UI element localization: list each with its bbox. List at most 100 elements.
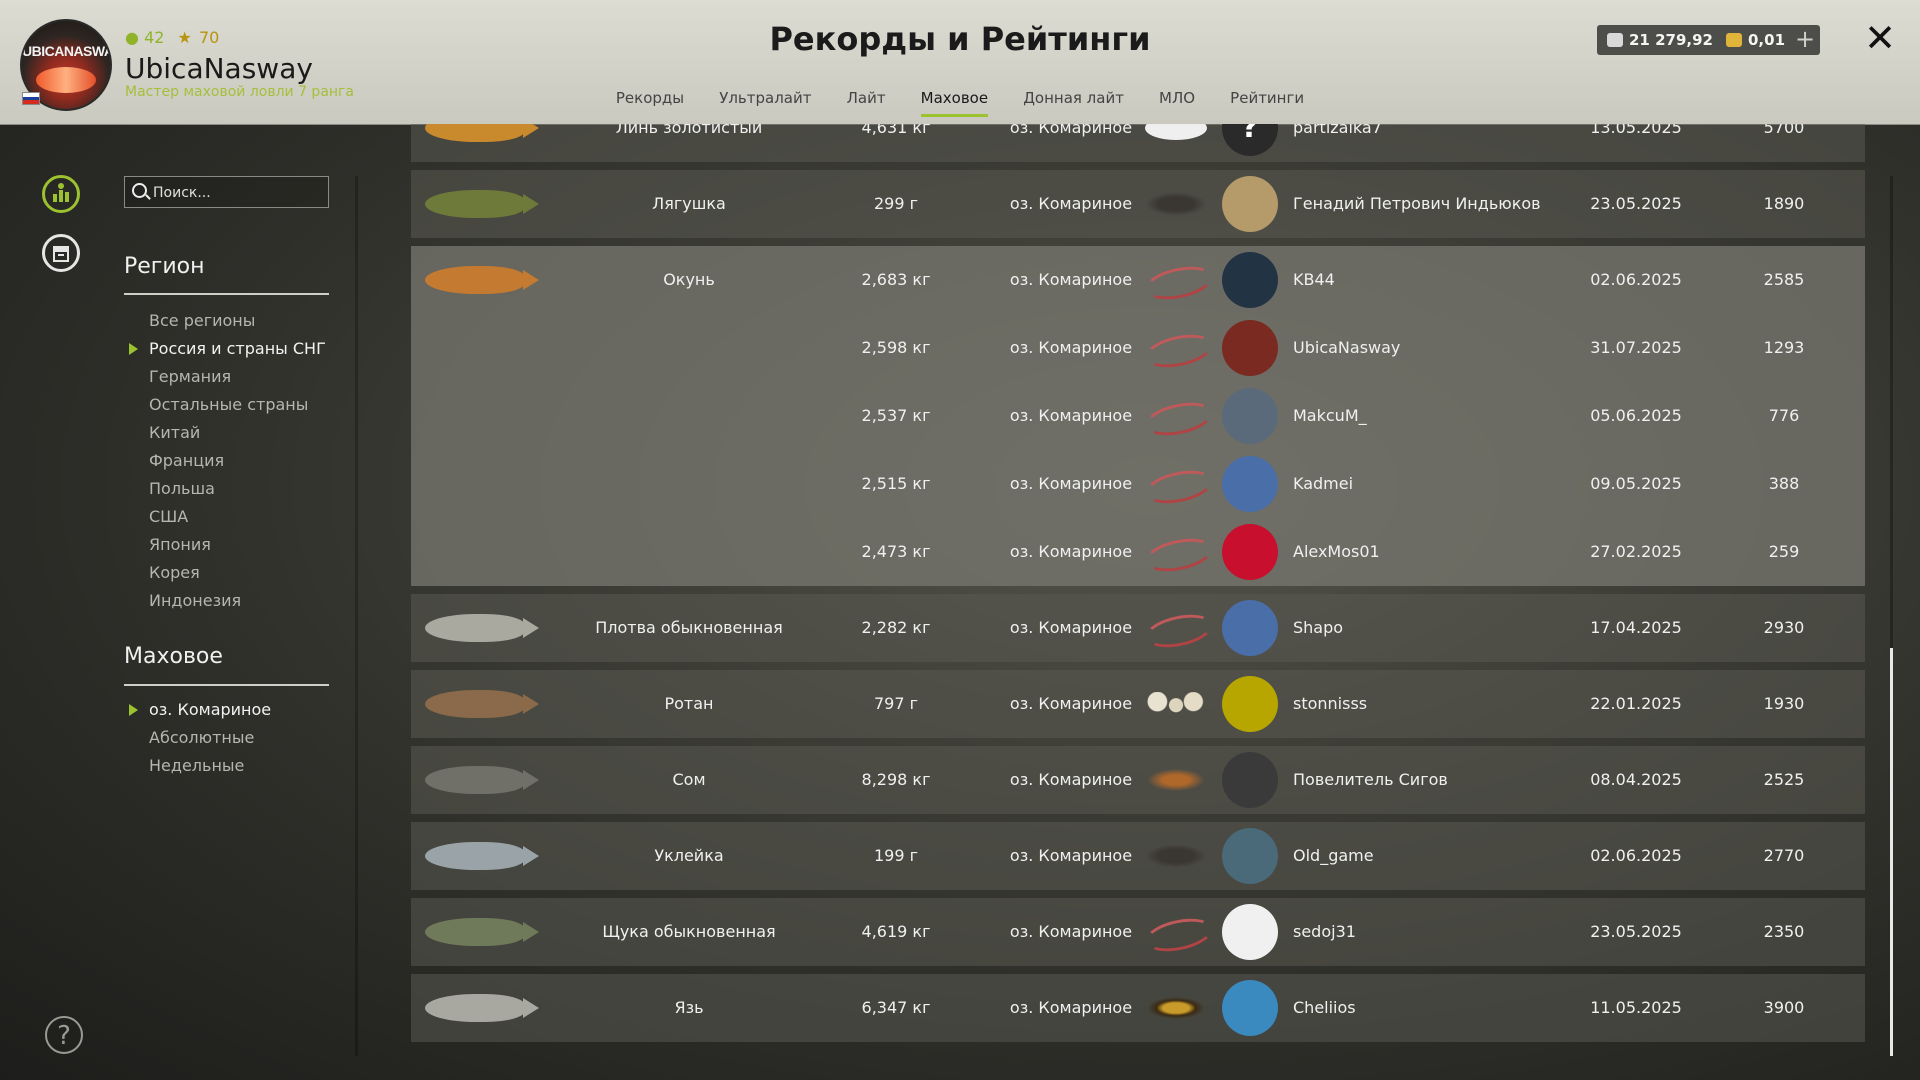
record-location: оз. Комариное [1009, 998, 1133, 1017]
tab-mlo[interactable]: МЛО [1159, 89, 1195, 114]
player-name[interactable]: Повелитель Сигов [1293, 746, 1448, 814]
shrimp-bait-icon [1145, 768, 1207, 792]
scrollbar-thumb[interactable] [1890, 648, 1893, 1056]
tab-light[interactable]: Лайт [847, 89, 886, 114]
cat-santa-avatar[interactable] [1222, 524, 1278, 580]
record-location: оз. Комариное [1009, 474, 1133, 493]
player-name[interactable]: Shapo [1293, 594, 1343, 662]
region-item-other[interactable]: Остальные страны [149, 391, 326, 419]
cat-avatar[interactable] [1222, 828, 1278, 884]
table-row[interactable]: Сом 8,298 кг оз. Комариное Повелитель Сигов… [411, 746, 1865, 814]
record-score: 2930 [1763, 618, 1805, 637]
player-name[interactable]: stonnisss [1293, 670, 1367, 738]
record-entry: 4,631 кг оз. Комариное partizaika7 13.05.20… [411, 124, 1865, 162]
region-heading: Регион [124, 254, 205, 279]
fisherman-avatar[interactable] [1222, 600, 1278, 656]
region-item-germany[interactable]: Германия [149, 363, 326, 391]
search-input[interactable] [151, 181, 325, 205]
region-item-all[interactable]: Все регионы [149, 307, 326, 335]
record-location: оз. Комариное [1009, 770, 1133, 789]
fishing-logo-avatar[interactable] [1222, 252, 1278, 308]
region-item-france[interactable]: Франция [149, 447, 326, 475]
player-name[interactable]: Cheliios [1293, 974, 1356, 1042]
grains-bait-icon [1145, 692, 1207, 716]
region-item-indonesia[interactable]: Индонезия [149, 587, 326, 615]
record-score: 2770 [1763, 846, 1805, 865]
tab-bottom-light[interactable]: Донная лайт [1023, 89, 1124, 114]
player-name[interactable]: sedoj31 [1293, 898, 1356, 966]
table-row[interactable]: Лягушка 299 г оз. Комариное Генадий Петрови… [411, 170, 1865, 238]
close-button[interactable]: ✕ [1862, 18, 1898, 60]
record-entry: 797 г оз. Комариное stonnisss 22.01.2025 193… [411, 670, 1865, 738]
record-entry: 2,515 кг оз. Комариное Kadmei 09.05.2025 388 [411, 450, 1865, 518]
record-score: 2525 [1763, 770, 1805, 789]
region-item-russia-cis[interactable]: Россия и страны СНГ [129, 335, 326, 363]
region-item-japan[interactable]: Япония [149, 531, 326, 559]
face-avatar[interactable] [1222, 176, 1278, 232]
record-weight: 2,515 кг [861, 474, 931, 493]
record-date: 05.06.2025 [1590, 406, 1682, 425]
table-row[interactable]: Плотва обыкновенная 2,282 кг оз. Комариное… [411, 594, 1865, 662]
record-weight: 2,282 кг [861, 618, 931, 637]
region-item-korea[interactable]: Корея [149, 559, 326, 587]
mask-avatar[interactable] [1222, 904, 1278, 960]
record-location: оз. Комариное [1009, 542, 1133, 561]
player-name[interactable]: Old_game [1293, 822, 1374, 890]
player-name[interactable]: AlexMos01 [1293, 518, 1380, 586]
player-name[interactable]: MakcuM_ [1293, 382, 1367, 450]
unknown-avatar[interactable]: ? [1222, 124, 1278, 156]
record-location: оз. Комариное [1009, 846, 1133, 865]
add-currency-button[interactable]: + [1790, 25, 1820, 55]
record-score: 1293 [1763, 338, 1805, 357]
photo-avatar[interactable] [1222, 752, 1278, 808]
table-row[interactable]: Уклейка 199 г оз. Комариное Old_game 02.06.2… [411, 822, 1865, 890]
category-item-lake[interactable]: оз. Комариное [128, 696, 271, 724]
bug-bait-icon [1145, 844, 1207, 868]
region-item-china[interactable]: Китай [149, 419, 326, 447]
player-name[interactable]: Генадий Петрович Индьюков [1293, 170, 1541, 238]
archive-icon[interactable] [42, 234, 80, 272]
record-entry: 2,473 кг оз. Комариное AlexMos01 27.02.2025… [411, 518, 1865, 586]
tab-records[interactable]: Рекорды [616, 89, 684, 114]
player-name[interactable]: UbicaNasway [1293, 314, 1400, 382]
table-row[interactable]: Линь золотистый 4,631 кг оз. Комариное part… [411, 124, 1865, 162]
silver-amount: 21 279,92 [1629, 31, 1713, 49]
gold-coin-icon [1726, 33, 1742, 47]
banana-avatar[interactable] [1222, 676, 1278, 732]
player-name[interactable]: KB44 [1293, 246, 1335, 314]
record-score: 5700 [1763, 124, 1805, 137]
friends-icon[interactable] [42, 175, 80, 213]
player-name[interactable]: partizaika7 [1293, 124, 1382, 162]
bug-bait-icon [1145, 192, 1207, 216]
record-entry: 2,537 кг оз. Комариное MakcuM_ 05.06.2025 77… [411, 382, 1865, 450]
record-location: оз. Комариное [1009, 124, 1133, 137]
category-item-weekly[interactable]: Недельные [149, 752, 271, 780]
record-weight: 2,598 кг [861, 338, 931, 357]
photo-avatar[interactable] [1222, 388, 1278, 444]
table-row[interactable]: Язь 6,347 кг оз. Комариное Cheliios 11.05.20… [411, 974, 1865, 1042]
fisherman-avatar[interactable] [1222, 456, 1278, 512]
tab-ratings[interactable]: Рейтинги [1230, 89, 1304, 114]
record-weight: 2,683 кг [861, 270, 931, 289]
ubicanasway-avatar[interactable] [1222, 320, 1278, 376]
help-icon[interactable]: ? [45, 1016, 83, 1054]
table-row[interactable]: Окунь 2,683 кг оз. Комариное KB44 02.06.2025… [411, 246, 1865, 586]
table-row[interactable]: Щука обыкновенная 4,619 кг оз. Комариное se… [411, 898, 1865, 966]
region-item-usa[interactable]: США [149, 503, 326, 531]
record-score: 259 [1768, 542, 1800, 561]
record-weight: 199 г [873, 846, 919, 865]
region-item-poland[interactable]: Польша [149, 475, 326, 503]
record-location: оз. Комариное [1009, 338, 1133, 357]
record-weight: 2,537 кг [861, 406, 931, 425]
record-location: оз. Комариное [1009, 618, 1133, 637]
tab-bar: Рекорды Ультралайт Лайт Маховое Донная л… [0, 88, 1920, 117]
tab-float[interactable]: Маховое [920, 89, 989, 117]
region-divider [124, 293, 329, 295]
search-field[interactable] [124, 176, 329, 208]
category-item-absolute[interactable]: Абсолютные [149, 724, 271, 752]
player-name[interactable]: Kadmei [1293, 450, 1353, 518]
tab-ultralight[interactable]: Ультралайт [719, 89, 811, 114]
boat-avatar[interactable] [1222, 980, 1278, 1036]
table-row[interactable]: Ротан 797 г оз. Комариное stonnisss 22.01.20… [411, 670, 1865, 738]
region-list: Все регионы Россия и страны СНГ Германия… [129, 307, 326, 615]
